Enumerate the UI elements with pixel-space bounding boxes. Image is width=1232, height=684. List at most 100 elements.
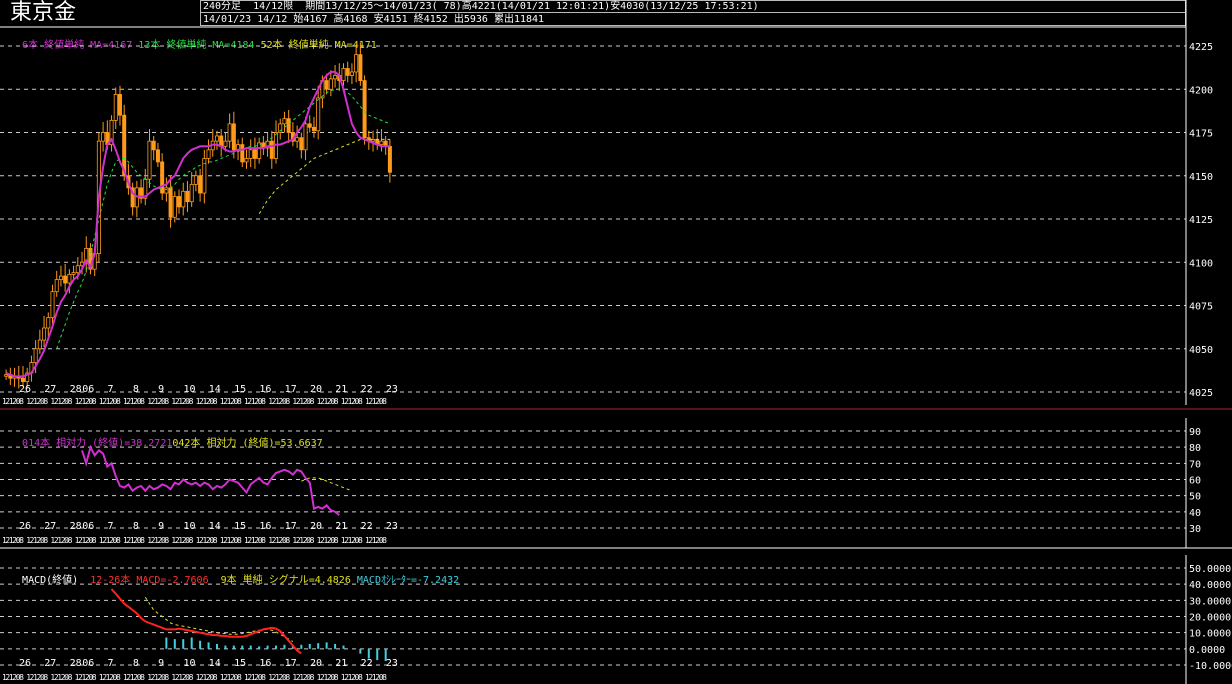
x-date-label: 28	[70, 658, 82, 669]
macd-line	[110, 588, 302, 655]
candle-body	[358, 54, 363, 82]
x-date-label: 23	[386, 384, 398, 395]
x-time-label: 121208	[341, 397, 363, 406]
candle-body	[223, 140, 228, 147]
x-time-label: 121208	[99, 536, 121, 545]
x-time-label: 121208	[341, 673, 363, 682]
macd-osc-bar	[249, 645, 252, 649]
macd-osc-bar	[334, 643, 337, 649]
x-time-label: 121208	[2, 536, 24, 545]
candle-body	[20, 377, 25, 383]
x-date-label: 20	[310, 658, 322, 669]
x-time-label: 121208	[123, 536, 145, 545]
macd-osc-bar	[190, 637, 193, 649]
candle-body	[299, 137, 304, 151]
candle-body	[193, 175, 198, 185]
candle-body	[75, 265, 80, 274]
x-date-label: 16	[259, 658, 271, 669]
rsi-tick-label: 50	[1189, 492, 1201, 503]
candle-body	[58, 275, 63, 280]
x-time-label: 121208	[341, 536, 363, 545]
candle-body	[307, 123, 312, 128]
candle-body	[63, 275, 68, 284]
macd-osc-bar	[199, 640, 202, 649]
candle-body	[341, 68, 346, 81]
x-date-label: 9	[158, 658, 164, 669]
candle-body	[316, 97, 321, 132]
price-tick-label: 4100	[1189, 258, 1213, 269]
x-time-label: 121208	[123, 397, 145, 406]
x-date-label: 21	[335, 658, 347, 669]
x-time-label: 121208	[147, 397, 169, 406]
candle-body	[42, 327, 47, 341]
candle-body	[189, 183, 194, 203]
x-time-label: 121208	[365, 673, 387, 682]
candle-body	[303, 123, 308, 151]
x-date-label: 8	[133, 658, 139, 669]
price-tick-label: 4075	[1189, 302, 1213, 313]
macd-osc-bar	[359, 648, 362, 654]
x-time-label: 121208	[196, 673, 218, 682]
macd-osc-bar	[232, 645, 235, 649]
candle-body	[67, 273, 72, 284]
x-date-label: 23	[386, 521, 398, 532]
candle-body	[214, 135, 219, 142]
macd-osc-bar	[342, 645, 345, 649]
candle-body	[113, 94, 118, 121]
x-date-label: 26	[19, 658, 31, 669]
x-time-label: 121208	[317, 397, 339, 406]
candle-body	[151, 140, 156, 151]
x-time-label: 121208	[171, 397, 193, 406]
ma6-line	[5, 70, 390, 378]
ma52-line	[258, 138, 390, 215]
candle-body	[257, 142, 262, 159]
x-date-label: 7	[108, 658, 114, 669]
x-date-label: 26	[19, 521, 31, 532]
price-tick-label: 4150	[1189, 172, 1213, 183]
x-date-label: 7	[108, 384, 114, 395]
price-tick-label: 4125	[1189, 215, 1213, 226]
rsi-tick-label: 90	[1189, 427, 1201, 438]
macd-osc-bar	[258, 646, 261, 649]
macd-osc-bar	[173, 639, 176, 649]
x-date-label: 17	[285, 384, 297, 395]
x-date-label: 06	[82, 521, 94, 532]
x-date-label: 23	[386, 658, 398, 669]
x-date-label: 7	[108, 521, 114, 532]
x-time-label: 121208	[147, 673, 169, 682]
price-tick-label: 4225	[1189, 42, 1213, 53]
x-time-label: 121208	[75, 397, 97, 406]
x-time-label: 121208	[292, 397, 314, 406]
macd-osc-bar	[215, 643, 218, 649]
x-time-label: 121208	[268, 673, 290, 682]
x-time-label: 121208	[244, 397, 266, 406]
x-time-label: 121208	[220, 673, 242, 682]
candle-body	[248, 149, 253, 159]
candle-body	[286, 118, 291, 133]
candle-body	[244, 158, 249, 163]
x-time-label: 121208	[99, 673, 121, 682]
candle-body	[155, 149, 160, 163]
x-date-label: 14	[209, 658, 221, 669]
candle-body	[46, 317, 51, 329]
macd-tick-label: 10.0000	[1189, 629, 1231, 640]
candle-body	[71, 272, 76, 275]
candle-body	[206, 149, 211, 159]
x-date-label: 21	[335, 384, 347, 395]
macd-tick-label: 20.0000	[1189, 613, 1231, 624]
x-date-label: 10	[183, 384, 195, 395]
x-date-label: 06	[82, 658, 94, 669]
x-date-label: 15	[234, 521, 246, 532]
x-date-label: 15	[234, 384, 246, 395]
candle-body	[295, 137, 300, 142]
macd-osc-bar	[376, 648, 379, 661]
x-time-label: 121208	[26, 673, 48, 682]
candle-body	[50, 291, 55, 319]
x-time-label: 121208	[292, 673, 314, 682]
x-date-label: 21	[335, 521, 347, 532]
x-time-label: 121208	[26, 536, 48, 545]
macd-osc-bar	[224, 645, 227, 649]
price-tick-label: 4200	[1189, 85, 1213, 96]
x-time-label: 121208	[317, 536, 339, 545]
rsi-tick-label: 40	[1189, 508, 1201, 519]
